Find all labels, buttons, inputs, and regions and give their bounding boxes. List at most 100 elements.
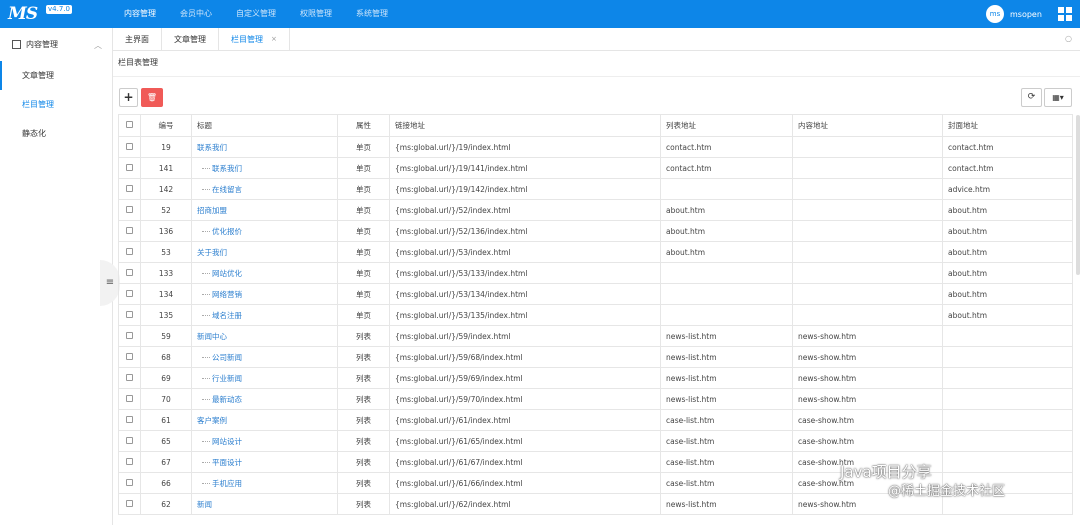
cell-title[interactable]: 优化报价 xyxy=(191,220,338,242)
add-button[interactable]: + xyxy=(119,88,138,107)
cell-type-text: 列表 xyxy=(356,352,371,362)
cell-title-text: 客户案例 xyxy=(197,415,227,425)
table-row[interactable]: 70 最新动态 列表 {ms:global.url/}/59/70/index.htm… xyxy=(118,388,1073,410)
table-row[interactable]: 68 公司新闻 列表 {ms:global.url/}/59/68/index.htm… xyxy=(118,346,1073,368)
tab-home[interactable]: 主界面 xyxy=(113,28,162,50)
top-menu-item[interactable]: 自定义管理 xyxy=(224,0,288,28)
column-header-link[interactable]: 链接地址 xyxy=(389,114,661,137)
table-row[interactable]: 134 网络营销 单页 {ms:global.url/}/53/134/index.h… xyxy=(118,283,1073,305)
refresh-tab-icon[interactable]: ○ xyxy=(1065,34,1072,43)
cell-title[interactable]: 域名注册 xyxy=(191,304,338,326)
row-checkbox[interactable] xyxy=(118,472,141,494)
column-header-content-url[interactable]: 内容地址 xyxy=(792,114,943,137)
tab-columns[interactable]: 栏目管理 × xyxy=(219,28,290,50)
cell-list-url: case-list.htm xyxy=(660,430,793,452)
select-all-checkbox[interactable] xyxy=(118,114,141,137)
cell-title[interactable]: 网络营销 xyxy=(191,283,338,305)
top-menu-item[interactable]: 权限管理 xyxy=(288,0,344,28)
delete-button[interactable]: 🗑 xyxy=(141,88,163,107)
row-checkbox[interactable] xyxy=(118,304,141,326)
table-row[interactable]: 61 客户案例 列表 {ms:global.url/}/61/index.html ca… xyxy=(118,409,1073,431)
row-checkbox[interactable] xyxy=(118,220,141,242)
cell-title[interactable]: 联系我们 xyxy=(191,157,338,179)
column-header-list-url[interactable]: 列表地址 xyxy=(660,114,793,137)
row-checkbox[interactable] xyxy=(118,136,141,158)
app-grid-icon[interactable] xyxy=(1058,7,1072,21)
cell-id: 65 xyxy=(140,430,192,452)
cell-title[interactable]: 新闻 xyxy=(191,493,338,515)
cell-title[interactable]: 网站设计 xyxy=(191,430,338,452)
column-header-type[interactable]: 属性 xyxy=(337,114,390,137)
cell-link: {ms:global.url/}/59/68/index.html xyxy=(389,346,661,368)
cell-title[interactable]: 行业新闻 xyxy=(191,367,338,389)
row-checkbox[interactable] xyxy=(118,283,141,305)
cell-title[interactable]: 网站优化 xyxy=(191,262,338,284)
cell-list-url: news-list.htm xyxy=(660,493,793,515)
row-checkbox[interactable] xyxy=(118,325,141,347)
row-checkbox[interactable] xyxy=(118,178,141,200)
sidebar-group-label: 内容管理 xyxy=(26,40,58,49)
cell-title[interactable]: 最新动态 xyxy=(191,388,338,410)
cell-title[interactable]: 招商加盟 xyxy=(191,199,338,221)
table-row[interactable]: 142 在线留言 单页 {ms:global.url/}/19/142/index.h… xyxy=(118,178,1073,200)
close-icon[interactable]: × xyxy=(271,28,277,51)
table-row[interactable]: 53 关于我们 单页 {ms:global.url/}/53/index.html ab… xyxy=(118,241,1073,263)
cell-list-url: case-list.htm xyxy=(660,451,793,473)
table-row[interactable]: 69 行业新闻 列表 {ms:global.url/}/59/69/index.htm… xyxy=(118,367,1073,389)
table-row[interactable]: 136 优化报价 单页 {ms:global.url/}/52/136/index.h… xyxy=(118,220,1073,242)
cell-id-text: 133 xyxy=(158,268,174,278)
row-checkbox[interactable] xyxy=(118,262,141,284)
table-row[interactable]: 141 联系我们 单页 {ms:global.url/}/19/141/index.h… xyxy=(118,157,1073,179)
column-header-cover-url[interactable]: 封面地址 xyxy=(942,114,1073,137)
refresh-button[interactable]: ⟳ xyxy=(1021,88,1042,107)
cell-content-url: news-show.htm xyxy=(792,388,943,410)
row-checkbox[interactable] xyxy=(118,430,141,452)
top-menu-item[interactable]: 系统管理 xyxy=(344,0,400,28)
table-row[interactable]: 133 网站优化 单页 {ms:global.url/}/53/133/index.h… xyxy=(118,262,1073,284)
sidebar-group-header[interactable]: 内容管理 ︿ xyxy=(0,28,112,61)
cell-link-text: {ms:global.url/}/19/142/index.html xyxy=(395,184,528,194)
table-row[interactable]: 135 域名注册 单页 {ms:global.url/}/53/135/index.h… xyxy=(118,304,1073,326)
cell-title[interactable]: 新闻中心 xyxy=(191,325,338,347)
user-menu[interactable]: ms msopen xyxy=(986,5,1042,23)
row-checkbox[interactable] xyxy=(118,346,141,368)
cell-cover-url xyxy=(942,430,1073,452)
columns-toggle-button[interactable]: ▦▾ xyxy=(1044,88,1072,107)
tab-articles[interactable]: 文章管理 xyxy=(162,28,219,50)
cell-title[interactable]: 公司新闻 xyxy=(191,346,338,368)
cell-title[interactable]: 联系我们 xyxy=(191,136,338,158)
table-row[interactable]: 59 新闻中心 列表 {ms:global.url/}/59/index.html ne… xyxy=(118,325,1073,347)
cell-title[interactable]: 平面设计 xyxy=(191,451,338,473)
sidebar-item-static[interactable]: 静态化 xyxy=(0,119,112,148)
sidebar-toggle-menu-icon[interactable]: ≡ xyxy=(100,260,120,306)
row-checkbox[interactable] xyxy=(118,388,141,410)
cell-title-text: 网站优化 xyxy=(212,268,242,278)
scrollbar[interactable] xyxy=(1076,115,1080,275)
row-checkbox[interactable] xyxy=(118,367,141,389)
chevron-up-icon: ︿ xyxy=(94,41,102,50)
row-checkbox[interactable] xyxy=(118,157,141,179)
table-row[interactable]: 65 网站设计 列表 {ms:global.url/}/61/65/index.htm… xyxy=(118,430,1073,452)
sidebar-item-articles[interactable]: 文章管理 xyxy=(0,61,112,90)
cell-title[interactable]: 手机应用 xyxy=(191,472,338,494)
cell-title[interactable]: 在线留言 xyxy=(191,178,338,200)
table-row[interactable]: 52 招商加盟 单页 {ms:global.url/}/52/index.html ab… xyxy=(118,199,1073,221)
row-checkbox[interactable] xyxy=(118,199,141,221)
row-checkbox[interactable] xyxy=(118,241,141,263)
top-menu-item[interactable]: 内容管理 xyxy=(112,0,168,28)
column-header-id[interactable]: 编号 xyxy=(140,114,192,137)
top-menu-item[interactable]: 会员中心 xyxy=(168,0,224,28)
tree-connector xyxy=(202,228,210,232)
cell-list-url: news-list.htm xyxy=(660,346,793,368)
row-checkbox[interactable] xyxy=(118,409,141,431)
app-logo[interactable]: MS v4.7.0 xyxy=(8,4,72,24)
column-header-title[interactable]: 标题 xyxy=(191,114,338,137)
cell-title[interactable]: 关于我们 xyxy=(191,241,338,263)
sidebar-item-columns[interactable]: 栏目管理 xyxy=(0,90,112,119)
cell-title[interactable]: 客户案例 xyxy=(191,409,338,431)
row-checkbox[interactable] xyxy=(118,493,141,515)
row-checkbox[interactable] xyxy=(118,451,141,473)
tree-connector xyxy=(202,270,210,274)
cell-link: {ms:global.url/}/61/index.html xyxy=(389,409,661,431)
table-row[interactable]: 19 联系我们 单页 {ms:global.url/}/19/index.html co… xyxy=(118,136,1073,158)
